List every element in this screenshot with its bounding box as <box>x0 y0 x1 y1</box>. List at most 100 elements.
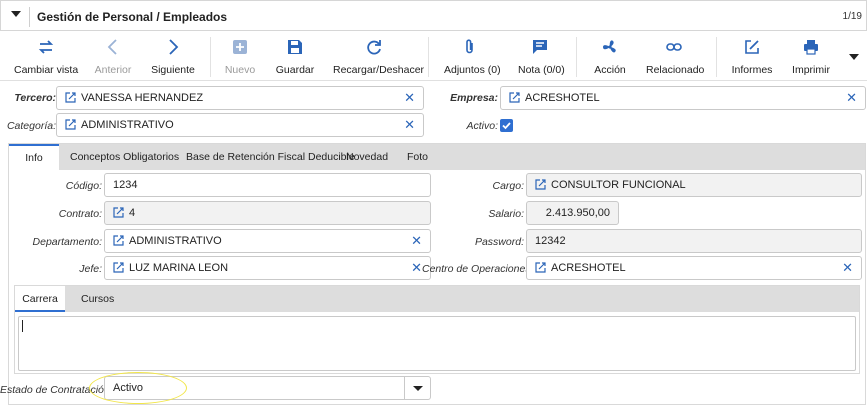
recargar-button[interactable]: Recargar/Deshacer <box>333 31 424 81</box>
carrera-textarea[interactable] <box>18 316 856 371</box>
external-link-icon[interactable] <box>113 235 124 246</box>
chevron-down-icon[interactable] <box>404 377 430 399</box>
contrato-label: Contrato: <box>58 208 102 220</box>
relacionado-button[interactable]: Relacionado <box>646 31 705 81</box>
anterior-label: Anterior <box>94 64 132 76</box>
window-title: Gestión de Personal / Empleados <box>37 10 228 24</box>
external-link-icon[interactable] <box>113 262 124 273</box>
cargo-field[interactable]: CONSULTOR FUNCIONAL <box>526 173 862 197</box>
clear-icon[interactable]: ✕ <box>411 261 422 275</box>
clear-icon[interactable]: ✕ <box>411 234 422 248</box>
save-icon <box>273 38 317 62</box>
tab-bar: Info Conceptos Obligatorios Base de Rete… <box>9 144 865 170</box>
tab-info[interactable]: Info <box>9 144 59 170</box>
tercero-field[interactable]: VANESSA HERNANDEZ ✕ <box>56 86 424 110</box>
codigo-field[interactable]: 1234 <box>104 173 431 197</box>
toolbar-separator <box>716 37 717 77</box>
password-field[interactable]: 12342 <box>526 229 862 253</box>
external-link-icon[interactable] <box>535 262 546 273</box>
subtab-cursos[interactable]: Cursos <box>81 286 114 312</box>
tab-foto[interactable]: Foto <box>407 144 428 170</box>
cargo-value: CONSULTOR FUNCIONAL <box>551 179 686 191</box>
external-link-icon[interactable] <box>65 119 76 130</box>
empresa-field[interactable]: ACRESHOTEL ✕ <box>500 86 866 110</box>
swap-arrows-icon <box>14 38 78 62</box>
window-titlebar: Gestión de Personal / Empleados 1/19 <box>0 0 867 31</box>
cambiar-vista-button[interactable]: Cambiar vista <box>14 31 78 81</box>
password-label: Password: <box>474 236 524 248</box>
plus-square-icon <box>222 38 258 62</box>
nota-button[interactable]: Nota (0/0) <box>518 31 565 81</box>
text-caret <box>22 320 23 332</box>
imprimir-button[interactable]: Imprimir <box>790 31 832 81</box>
categoria-value: ADMINISTRATIVO <box>81 119 174 131</box>
adjuntos-button[interactable]: Adjuntos (0) <box>444 31 501 81</box>
chevron-left-icon <box>90 38 136 62</box>
caret-down-icon[interactable] <box>849 54 859 60</box>
adjuntos-label: Adjuntos (0) <box>444 64 501 76</box>
title-separator <box>29 7 30 27</box>
link-icon <box>646 38 702 62</box>
sub-tab-bar: Carrera Cursos <box>15 286 859 312</box>
informes-label: Informes <box>731 64 773 76</box>
departamento-value: ADMINISTRATIVO <box>129 235 222 247</box>
sub-tab-panel: Carrera Cursos <box>14 285 860 374</box>
informes-button[interactable]: Informes <box>730 31 774 81</box>
cargo-label: Cargo: <box>492 180 524 192</box>
imprimir-label: Imprimir <box>792 64 830 76</box>
salario-field[interactable]: 2.413.950,00 <box>526 201 619 225</box>
chevron-right-icon <box>150 38 196 62</box>
tab-base-retencion[interactable]: Base de Retención Fiscal Deducible <box>186 144 355 170</box>
estado-contratacion-label: Estado de Contratación: <box>0 384 113 396</box>
centro-operaciones-value: ACRESHOTEL <box>551 262 626 274</box>
external-link-icon[interactable] <box>535 179 546 190</box>
empresa-label: Empresa: <box>450 92 498 104</box>
tab-novedad[interactable]: Novedad <box>346 144 388 170</box>
highlight-ellipse <box>89 372 187 404</box>
clear-icon[interactable]: ✕ <box>404 91 415 105</box>
collapse-caret-icon[interactable] <box>11 11 21 17</box>
jefe-field[interactable]: LUZ MARINA LEON ✕ <box>104 256 431 280</box>
clear-icon[interactable]: ✕ <box>842 261 853 275</box>
siguiente-label: Siguiente <box>151 64 195 76</box>
guardar-label: Guardar <box>275 64 315 76</box>
departamento-field[interactable]: ADMINISTRATIVO ✕ <box>104 229 431 253</box>
cambiar-vista-label: Cambiar vista <box>14 64 79 76</box>
codigo-value: 1234 <box>113 179 138 191</box>
check-icon <box>502 122 511 130</box>
accion-label: Acción <box>594 64 626 76</box>
empresa-value: ACRESHOTEL <box>525 92 600 104</box>
relacionado-label: Relacionado <box>646 64 705 76</box>
paperclip-icon <box>444 38 496 62</box>
clear-icon[interactable]: ✕ <box>404 118 415 132</box>
toolbar: Cambiar vista Anterior Siguiente Nuevo G… <box>0 31 867 81</box>
external-link-icon[interactable] <box>113 207 124 218</box>
external-link-icon[interactable] <box>65 92 76 103</box>
toolbar-separator <box>210 37 211 77</box>
centro-operaciones-field[interactable]: ACRESHOTEL ✕ <box>526 256 862 280</box>
nuevo-button[interactable]: Nuevo <box>222 31 258 81</box>
activo-checkbox[interactable] <box>500 119 513 132</box>
departamento-label: Departamento: <box>32 236 102 248</box>
toolbar-separator <box>576 37 577 77</box>
guardar-button[interactable]: Guardar <box>273 31 317 81</box>
subtab-carrera[interactable]: Carrera <box>15 286 65 312</box>
contrato-field[interactable]: 4 <box>104 201 431 225</box>
record-counter: 1/19 <box>842 11 862 22</box>
anterior-button[interactable]: Anterior <box>90 31 136 81</box>
activo-label: Activo: <box>466 120 498 132</box>
reload-icon <box>333 38 415 62</box>
salario-value: 2.413.950,00 <box>545 207 610 219</box>
edit-box-icon <box>730 38 774 62</box>
tercero-label: Tercero: <box>14 92 56 104</box>
nota-label: Nota (0/0) <box>518 64 565 76</box>
toolbar-separator <box>428 37 429 77</box>
categoria-field[interactable]: ADMINISTRATIVO ✕ <box>56 113 424 137</box>
tab-conceptos-obligatorios[interactable]: Conceptos Obligatorios <box>70 144 179 170</box>
clear-icon[interactable]: ✕ <box>846 91 857 105</box>
external-link-icon[interactable] <box>509 92 520 103</box>
tercero-value: VANESSA HERNANDEZ <box>81 92 204 104</box>
accion-button[interactable]: Acción <box>592 31 628 81</box>
contrato-value: 4 <box>129 207 136 219</box>
siguiente-button[interactable]: Siguiente <box>150 31 196 81</box>
